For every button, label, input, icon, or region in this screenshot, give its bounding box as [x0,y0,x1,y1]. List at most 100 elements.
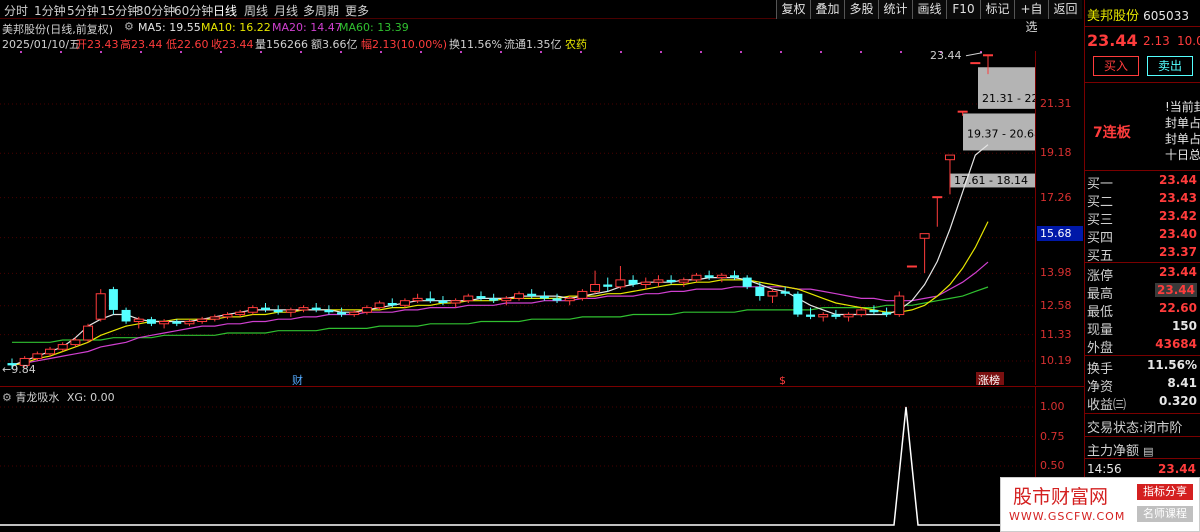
settings-icon[interactable]: ⚙ [124,20,134,33]
bid-price: 23.42 [1159,209,1197,223]
candle [197,316,208,324]
price-tick-7: 10.19 [1040,354,1072,367]
toolbar-button-6[interactable]: 标记 [980,0,1014,19]
ma60-label: MA60: 13.39 [339,21,409,34]
candle [311,302,321,313]
bar-float-cap: 流通1.35亿 [504,38,562,51]
main-flow-label[interactable]: 主力净额 ▤ [1087,440,1154,459]
stat-label: 涨停 [1087,269,1114,284]
chart-title: 美邦股份(日线,前复权) [2,23,114,36]
candle [691,272,702,283]
candle [856,307,867,317]
toolbar-button-4[interactable]: 画线 [912,0,946,19]
price-tick-0: 21.31 [1040,97,1072,110]
ma5-label: MA5: 19.55 [138,21,201,34]
financial-marker[interactable]: 财 [292,373,303,385]
candle [906,265,917,268]
sell-button[interactable]: 卖出 [1147,56,1193,76]
toolbar-button-3[interactable]: 统计 [878,0,912,19]
period-tab-3[interactable]: 15分钟 [100,2,139,19]
bar-industry: 农药 [565,38,587,51]
bar-open: 开23.43 [76,38,119,51]
candlestick-chart[interactable]: 21.31 - 2219.37 - 20.6817.61 - 18.1423.4… [0,51,1035,385]
tick-price: 23.44 [1158,462,1196,476]
tick-time: 14:56 [1087,462,1122,476]
ma10-label: MA10: 16.22 [201,21,271,34]
chip-range-label-1: 19.37 - 20.68 [967,128,1035,141]
bar-high: 高23.44 [120,38,163,51]
candle [247,305,258,315]
bid-label: 买一 [1087,177,1114,192]
bar-low: 低22.60 [166,38,209,51]
stat-value: 150 [1171,319,1197,333]
toolbar-button-1[interactable]: 叠加 [810,0,844,19]
price-tick-2: 17.26 [1040,190,1072,204]
toolbar-button-5[interactable]: F10 [946,0,980,19]
period-tab-10[interactable]: 更多 [345,2,369,19]
candle [298,305,309,313]
chart-info-bar: 美邦股份(日线,前复权) ⚙ MA5: 19.55 MA10: 16.22 MA… [0,19,1035,51]
bid-price: 23.37 [1159,245,1197,259]
marker-dot [460,51,462,53]
price-tick-1: 19.18 [1040,146,1072,160]
stats-separator [1085,355,1200,356]
period-tab-9[interactable]: 多周期 [303,2,339,19]
period-tab-4[interactable]: 30分钟 [136,2,175,19]
marker-dot [380,51,382,53]
bar-change: 幅2.13(10.00%) [361,38,448,51]
candle [755,282,765,301]
toolbar-button-7[interactable]: +自选 [1014,0,1048,34]
period-tab-6[interactable]: 日线 [213,2,237,19]
period-tab-0[interactable]: 分时 [4,2,28,19]
bid-row-3: 买四 23.40 [1085,227,1200,246]
marker-dot [220,51,222,53]
bar-close: 收23.44 [211,38,254,51]
candle [146,316,156,327]
xg-signal-line [0,406,1035,526]
period-tab-5[interactable]: 60分钟 [174,2,213,19]
candle [882,307,892,317]
marker-dot [100,51,102,53]
marker-dot [700,51,702,53]
candle [653,275,664,287]
period-tab-1[interactable]: 1分钟 [34,2,66,19]
limit-up-marker[interactable]: 涨榜 [978,373,1000,385]
stock-name: 美邦股份 605033 [1087,9,1189,24]
seal-note-3: 十日总 [1165,148,1200,162]
ma10-line [11,221,989,366]
period-tab-7[interactable]: 周线 [244,2,268,19]
candle [640,277,651,290]
marker-dot [60,51,62,53]
stat-value: 23.44 [1155,283,1197,297]
stat-row-5: 换手 11.56% [1085,358,1200,377]
buy-button[interactable]: 买入 [1093,56,1139,76]
toolbar-button-8[interactable]: 返回 [1048,0,1082,19]
stat-value: 22.60 [1159,301,1197,315]
stat-value: 0.320 [1159,394,1197,408]
chip-range-label-0: 21.31 - 22 [982,92,1035,105]
stat-row-3: 现量 150 [1085,319,1200,338]
candle [108,286,118,315]
toolbar-button-2[interactable]: 多股 [844,0,878,19]
peak-arrow [965,52,983,57]
period-tab-2[interactable]: 5分钟 [67,2,99,19]
candle [95,289,106,322]
site-watermark: 股市财富网 WWW.GSCFW.COM 指标分享 名师课程 [1000,477,1200,532]
stat-label: 最低 [1087,305,1114,320]
candle [184,319,195,327]
indicator-tick-2: 0.50 [1040,459,1065,472]
bid-price: 23.43 [1159,191,1197,205]
bar-amount: 额3.66亿 [311,38,358,51]
toolbar-button-0[interactable]: 复权 [776,0,810,19]
seal-note-0: !当前封 [1165,100,1200,114]
pane-divider [0,386,1084,387]
watermark-tag-1: 指标分享 [1137,484,1193,500]
s-marker[interactable]: $ [779,374,786,385]
bid-label: 买二 [1087,195,1114,210]
stat-row-0: 涨停 23.44 [1085,265,1200,284]
marker-dot [620,51,622,53]
period-tab-8[interactable]: 月线 [274,2,298,19]
stat-row-7: 收益㈢ 0.320 [1085,394,1200,413]
marker-dot [20,51,22,53]
ma20-line [11,261,989,366]
